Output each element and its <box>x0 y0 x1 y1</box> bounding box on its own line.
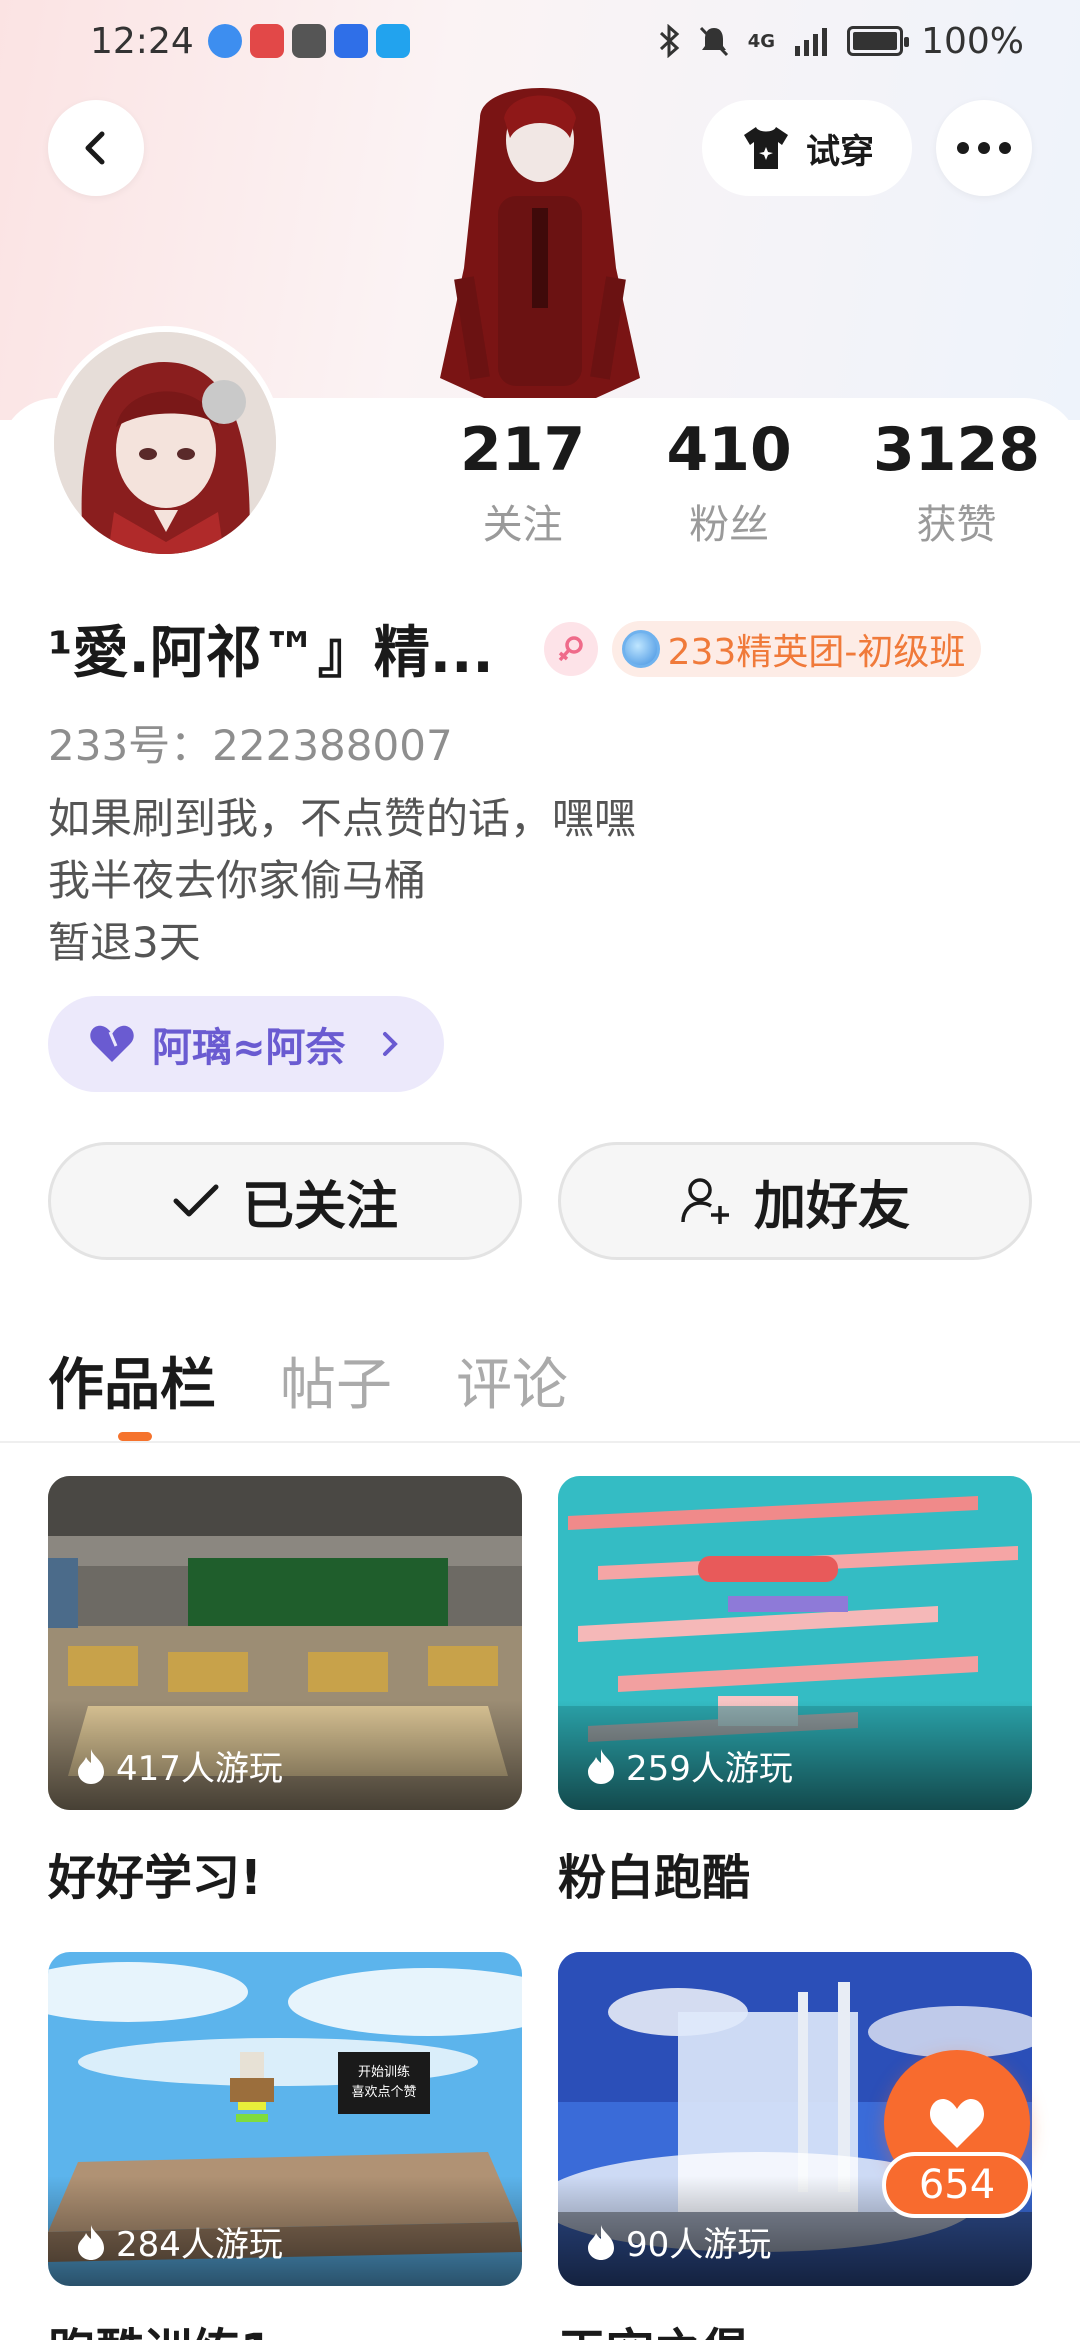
play-count-text: 90人游玩 <box>626 2225 772 2265</box>
stat-label: 粉丝 <box>689 502 770 548</box>
group-badge-label: 233精英团-初级班 <box>667 631 966 673</box>
sign-text: 开始训练 <box>358 2065 410 2080</box>
stat-likes[interactable]: 3128 获赞 <box>873 412 1040 550</box>
nickname-row: ¹愛.阿祁™』精... 233精英团-初级班 <box>48 608 1048 689</box>
work-title[interactable]: 粉白跑酷 <box>558 1838 750 1908</box>
bio: 如果刷到我，不点赞的话，嘿嘿 我半夜去你家偷马桶 暂退3天 <box>48 788 636 974</box>
play-count: 259人游玩 <box>586 1741 793 1790</box>
work-title[interactable]: 跑酷训练1 <box>48 2312 273 2340</box>
app-icon <box>207 24 242 58</box>
more-dots-icon <box>957 142 1011 154</box>
chevron-left-icon <box>85 131 105 165</box>
signal-icon <box>795 28 828 56</box>
female-icon <box>543 621 598 676</box>
play-count-text: 259人游玩 <box>626 1749 793 1789</box>
cp-link-chip[interactable]: 阿璃≈阿奈 <box>48 996 444 1092</box>
mute-icon <box>699 26 728 57</box>
cp-name: 阿璃≈阿奈 <box>152 1025 346 1071</box>
stat-followers[interactable]: 410 粉丝 <box>667 412 792 550</box>
gem-icon <box>621 629 660 668</box>
play-count: 284人游玩 <box>76 2217 283 2266</box>
flame-icon <box>588 2224 614 2260</box>
work-title[interactable]: 好好学习! <box>48 1838 262 1908</box>
app-icon <box>249 24 284 58</box>
flame-icon <box>78 2224 104 2260</box>
app-icon <box>375 24 410 58</box>
sign-text: 喜欢点个赞 <box>351 2085 416 2100</box>
flame-icon <box>588 1748 614 1784</box>
tab-divider <box>0 1441 1080 1443</box>
status-bar: 12:24 4G 100% <box>0 0 1080 82</box>
stat-label: 获赞 <box>916 502 997 548</box>
battery-icon <box>847 26 910 56</box>
avatar-3d-figure[interactable] <box>420 78 660 398</box>
profile-stats: 217 关注 410 粉丝 3128 获赞 <box>460 412 1040 550</box>
bio-line: 暂退3天 <box>48 918 201 967</box>
follow-label: 已关注 <box>241 1176 398 1237</box>
heart-icon <box>929 2098 985 2148</box>
nickname: ¹愛.阿祁™』精... <box>48 621 494 686</box>
tab-indicator <box>118 1432 152 1441</box>
tab-comments[interactable]: 评论 <box>456 1340 568 1421</box>
stat-value: 3128 <box>873 415 1040 485</box>
profile-tabs: 作品栏 帖子 评论 <box>48 1340 568 1421</box>
status-time: 12:24 <box>90 20 194 62</box>
play-count: 417人游玩 <box>76 1741 283 1790</box>
bio-line: 我半夜去你家偷马桶 <box>48 856 427 905</box>
app-icon <box>333 24 368 58</box>
group-badge[interactable]: 233精英团-初级班 <box>611 620 982 677</box>
notification-icons <box>207 24 410 58</box>
network-label: 4G <box>747 30 776 52</box>
play-count-text: 417人游玩 <box>116 1749 283 1789</box>
more-button[interactable] <box>936 100 1032 196</box>
add-friend-label: 加好友 <box>753 1176 910 1237</box>
work-title[interactable]: 天空之堡 <box>558 2312 750 2340</box>
battery-percent: 100% <box>921 20 1024 62</box>
flame-icon <box>78 1748 104 1784</box>
work-card[interactable]: 开始训练 喜欢点个赞 284人游玩 <box>48 1952 522 2286</box>
shirt-icon <box>744 127 788 169</box>
tab-works[interactable]: 作品栏 <box>48 1340 216 1421</box>
stat-label: 关注 <box>482 502 563 548</box>
stat-value: 217 <box>460 415 586 485</box>
stat-following[interactable]: 217 关注 <box>460 412 585 550</box>
status-right: 4G 100% <box>658 21 1024 62</box>
add-user-icon <box>681 1178 729 1224</box>
back-button[interactable] <box>48 100 144 196</box>
try-on-button[interactable]: 试穿 <box>702 100 912 196</box>
bluetooth-icon <box>659 24 679 58</box>
play-count-text: 284人游玩 <box>116 2225 283 2265</box>
check-icon <box>173 1184 219 1217</box>
heart-icon <box>90 1025 134 1062</box>
work-card[interactable]: 417人游玩 <box>48 1476 522 1810</box>
try-on-label: 试穿 <box>806 131 874 172</box>
app-icon <box>291 24 326 58</box>
avatar-image <box>54 332 276 554</box>
add-friend-button[interactable]: 加好友 <box>558 1142 1032 1260</box>
play-count: 90人游玩 <box>586 2217 771 2266</box>
profile-avatar[interactable] <box>48 326 282 560</box>
stat-value: 410 <box>666 415 792 485</box>
tab-posts[interactable]: 帖子 <box>280 1340 392 1421</box>
work-card[interactable]: 259人游玩 <box>558 1476 1032 1810</box>
like-count: 654 <box>882 2152 1032 2218</box>
bio-line: 如果刷到我，不点赞的话，嘿嘿 <box>48 794 637 843</box>
chevron-right-icon <box>382 1032 398 1056</box>
user-id[interactable]: 233号：222388007 <box>48 712 453 773</box>
follow-button[interactable]: 已关注 <box>48 1142 522 1260</box>
